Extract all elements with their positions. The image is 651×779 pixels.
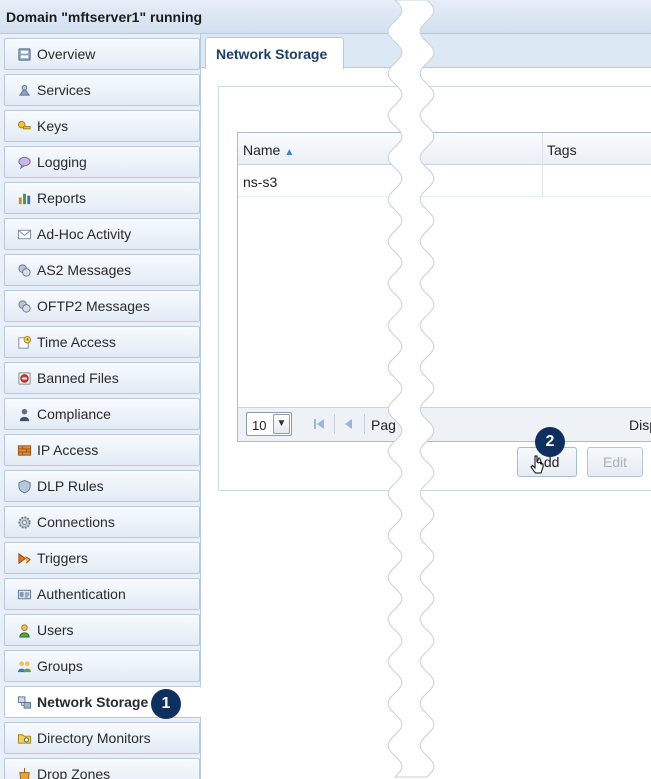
sidebar-item-users[interactable]: Users <box>4 614 200 646</box>
page-size-select[interactable]: 10 ▼ <box>246 412 292 436</box>
envelope-icon <box>16 226 32 242</box>
key-icon <box>16 118 32 134</box>
sidebar-item-reports[interactable]: Reports <box>4 182 200 214</box>
sidebar-item-logging[interactable]: Logging <box>4 146 200 178</box>
pager-divider <box>364 414 365 434</box>
pagination-bar: 10 ▼ Pag Disp <box>238 407 651 441</box>
window-title: Domain "mftserver1" running <box>6 9 203 25</box>
user-icon <box>16 406 32 422</box>
card-icon <box>16 586 32 602</box>
sidebar-item-label: Logging <box>37 154 87 170</box>
sidebar-item-label: Network Storage <box>37 694 149 710</box>
sidebar-item-authentication[interactable]: Authentication <box>4 578 200 610</box>
sidebar-item-directory-monitors[interactable]: Directory Monitors <box>4 722 200 754</box>
sidebar-item-label: Directory Monitors <box>37 730 151 746</box>
sidebar-item-label: IP Access <box>37 442 99 458</box>
sidebar-item-label: Overview <box>37 46 96 62</box>
sidebar-item-adhoc-activity[interactable]: Ad-Hoc Activity <box>4 218 200 250</box>
user-icon <box>16 622 32 638</box>
sidebar-item-label: OFTP2 Messages <box>37 298 150 314</box>
trigger-icon <box>16 550 32 566</box>
services-icon <box>16 82 32 98</box>
clock-icon <box>16 334 32 350</box>
first-page-icon[interactable] <box>312 417 326 431</box>
sidebar-item-keys[interactable]: Keys <box>4 110 200 142</box>
overview-icon <box>16 46 32 62</box>
sidebar-item-label: Authentication <box>37 586 126 602</box>
sidebar-item-groups[interactable]: Groups <box>4 650 200 682</box>
messages-icon <box>16 262 32 278</box>
sidebar-item-dlp-rules[interactable]: DLP Rules <box>4 470 200 502</box>
messages-icon <box>16 298 32 314</box>
sidebar-item-oftp2-messages[interactable]: OFTP2 Messages <box>4 290 200 322</box>
sidebar-item-label: Connections <box>37 514 115 530</box>
sidebar-item-label: Time Access <box>37 334 116 350</box>
title-bar: Domain "mftserver1" running <box>0 0 651 34</box>
callout-badge: 1 <box>151 689 181 719</box>
chart-icon <box>16 190 32 206</box>
sidebar-item-connections[interactable]: Connections <box>4 506 200 538</box>
network-storage-grid: Name▲ Tags ns-s3 10 ▼ Pag Disp <box>237 132 651 442</box>
sidebar-item-time-access[interactable]: Time Access <box>4 326 200 358</box>
network-icon <box>16 694 32 710</box>
column-header-name[interactable]: Name ▲ <box>243 142 294 158</box>
sidebar-item-label: Compliance <box>37 406 111 422</box>
logging-icon <box>16 154 32 170</box>
dropzone-icon <box>16 766 32 779</box>
pager-divider <box>334 414 335 434</box>
sidebar-item-label: Services <box>37 82 91 98</box>
shield-icon <box>16 478 32 494</box>
sidebar-nav: Overview Services Keys Logging Reports A… <box>0 34 201 779</box>
sidebar-item-label: Keys <box>37 118 69 134</box>
sidebar-item-drop-zones[interactable]: Drop Zones <box>4 758 200 779</box>
sidebar-item-overview[interactable]: Overview <box>4 38 200 70</box>
sidebar-item-label: Drop Zones <box>37 766 111 779</box>
sidebar-item-as2-messages[interactable]: AS2 Messages <box>4 254 200 286</box>
callout-badge: 2 <box>535 427 565 457</box>
edit-button[interactable]: Edit <box>587 447 643 477</box>
tab-network-storage[interactable]: Network Storage <box>205 37 344 69</box>
display-info-label: Disp <box>629 417 651 433</box>
grid-header: Name ▲ Tags <box>238 133 651 165</box>
cut-separator <box>387 0 435 778</box>
column-header-tags[interactable]: Tags <box>547 142 577 158</box>
sidebar-item-label: Banned Files <box>37 370 119 386</box>
sort-ascending-icon: ▲ <box>284 147 295 158</box>
folder-icon <box>16 730 32 746</box>
sidebar-item-label: Triggers <box>37 550 88 566</box>
sidebar-item-label: Users <box>37 622 74 638</box>
sidebar-item-label: Ad-Hoc Activity <box>37 226 132 242</box>
sidebar-item-compliance[interactable]: Compliance <box>4 398 200 430</box>
sidebar-item-label: Reports <box>37 190 87 206</box>
sidebar-item-label: DLP Rules <box>37 478 104 494</box>
group-icon <box>16 658 32 674</box>
sidebar-item-triggers[interactable]: Triggers <box>4 542 200 574</box>
page-size-value: 10 <box>252 418 267 433</box>
sidebar-item-services[interactable]: Services <box>4 74 200 106</box>
sidebar-item-banned-files[interactable]: Banned Files <box>4 362 200 394</box>
gear-icon <box>16 514 32 530</box>
sidebar-item-label: AS2 Messages <box>37 262 132 278</box>
previous-page-icon[interactable] <box>342 417 356 431</box>
sidebar-item-label: Groups <box>37 658 83 674</box>
firewall-icon <box>16 442 32 458</box>
chevron-down-icon[interactable]: ▼ <box>273 414 290 434</box>
table-row[interactable]: ns-s3 <box>238 165 651 197</box>
sidebar-item-ip-access[interactable]: IP Access <box>4 434 200 466</box>
mouse-pointer-icon <box>530 455 544 474</box>
cell-name: ns-s3 <box>243 174 278 190</box>
banned-icon <box>16 370 32 386</box>
